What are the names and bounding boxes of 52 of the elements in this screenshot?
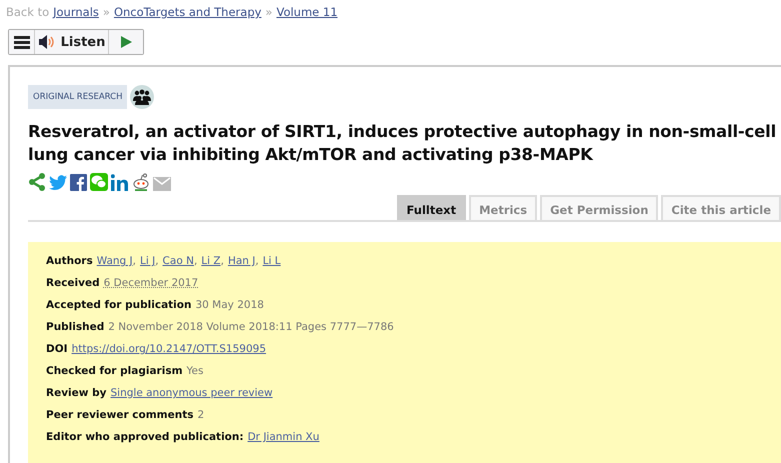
detail-link[interactable]: Cao N: [162, 255, 194, 267]
detail-link[interactable]: Li Z: [201, 255, 221, 267]
detail-label: Checked for plagiarism: [46, 365, 183, 377]
breadcrumb-link[interactable]: OncoTargets and Therapy: [114, 5, 262, 19]
detail-label: Accepted for publication: [46, 299, 192, 311]
breadcrumb-text: Back to: [6, 5, 50, 19]
detail-label: Review by: [46, 387, 106, 399]
detail-value: ,: [194, 255, 198, 267]
detail-link[interactable]: Li L: [262, 255, 281, 267]
detail-label: Authors: [46, 255, 93, 267]
detail-value: 30 May 2018: [195, 299, 264, 311]
play-button[interactable]: [109, 30, 143, 54]
play-icon: [120, 36, 132, 48]
people-group-icon: [130, 85, 154, 109]
category-badge: ORIGINAL RESEARCH: [28, 85, 128, 109]
alien-face-icon[interactable]: [132, 173, 150, 191]
detail-value: ,: [255, 255, 259, 267]
listen-button[interactable]: Listen: [35, 30, 109, 54]
detail-link[interactable]: Single anonymous peer review: [110, 387, 273, 399]
detail-label: Editor who approved publication:: [46, 431, 244, 443]
article-tab[interactable]: Fulltext: [396, 195, 466, 220]
article-tab[interactable]: Metrics: [469, 195, 538, 220]
menu-icon: [14, 36, 30, 48]
detail-value: 2 November 2018 Volume 2018:11 Pages 7777—7786: [108, 321, 394, 333]
article-tab[interactable]: Get Permission: [540, 195, 658, 220]
detail-label: DOI: [46, 343, 68, 355]
detail-date: 6 December 2017: [104, 277, 198, 289]
detail-value: ,: [155, 255, 159, 267]
detail-value: ,: [220, 255, 224, 267]
breadcrumb-link[interactable]: Journals: [53, 5, 99, 19]
menu-button[interactable]: [9, 30, 35, 54]
detail-value: Yes: [186, 365, 204, 377]
share-icon[interactable]: [28, 173, 46, 191]
detail-link[interactable]: Dr Jianmin Xu: [248, 431, 320, 443]
speaker-icon: [38, 35, 56, 49]
article-tab[interactable]: Cite this article: [661, 195, 781, 220]
detail-value: 2: [197, 409, 204, 421]
detail-label: Published: [46, 321, 104, 333]
breadcrumb-separator: »: [102, 5, 110, 19]
detail-link[interactable]: https://doi.org/10.2147/OTT.S159095: [72, 343, 266, 355]
bird-icon[interactable]: [49, 175, 67, 191]
breadcrumb-link[interactable]: Volume 11: [276, 5, 338, 19]
breadcrumb-separator: »: [265, 5, 272, 19]
detail-link[interactable]: Han J: [228, 255, 256, 267]
detail-label: Received: [46, 277, 100, 289]
facebook-icon[interactable]: [70, 174, 87, 191]
article-title: Resveratrol, an activator of SIRT1, induces protective autophagy in non-small-cell lung cancer via inhibiting Akt/mTOR and activating p38-MAPK: [28, 121, 778, 166]
detail-link[interactable]: Wang J: [96, 255, 133, 267]
linkedin-icon[interactable]: [111, 174, 129, 191]
detail-value: ,: [132, 255, 136, 267]
detail-label: Peer reviewer comments: [46, 409, 194, 421]
detail-link[interactable]: Li J: [140, 255, 156, 267]
